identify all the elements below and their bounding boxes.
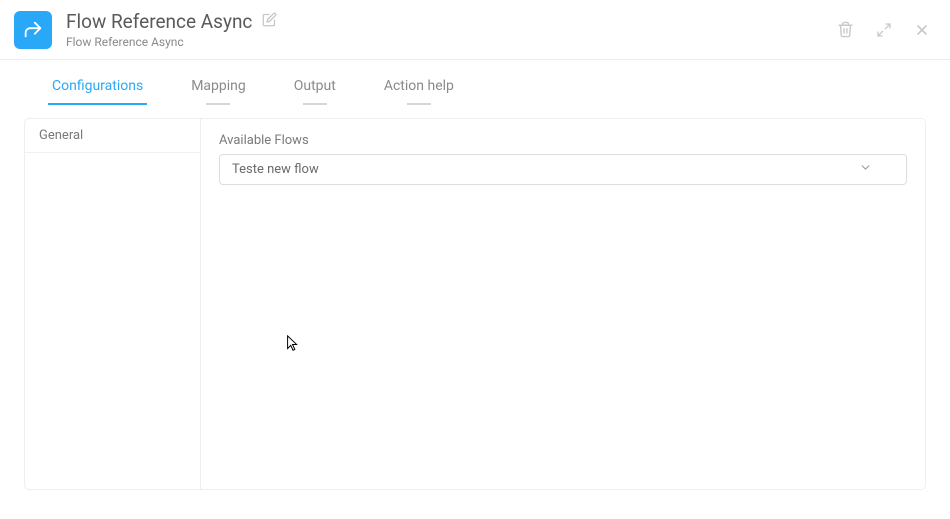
- tab-action-help[interactable]: Action help: [380, 70, 458, 104]
- title-block: Flow Reference Async Flow Reference Asyn…: [66, 10, 837, 49]
- tab-mapping[interactable]: Mapping: [187, 70, 250, 104]
- available-flows-value: Teste new flow: [232, 162, 319, 177]
- tab-output[interactable]: Output: [290, 70, 340, 104]
- page-subtitle: Flow Reference Async: [66, 35, 837, 49]
- available-flows-label: Available Flows: [219, 133, 907, 148]
- header-actions: [837, 21, 930, 38]
- share-arrow-icon: [22, 19, 44, 41]
- tab-configurations[interactable]: Configurations: [48, 70, 147, 104]
- config-panel: General Available Flows Teste new flow: [24, 118, 926, 490]
- expand-icon[interactable]: [876, 22, 892, 38]
- app-icon: [14, 11, 52, 49]
- config-sidebar: General: [25, 119, 201, 489]
- page-title: Flow Reference Async: [66, 10, 252, 33]
- edit-icon[interactable]: [262, 12, 277, 31]
- chevron-down-icon: [859, 161, 872, 178]
- cursor-icon: [285, 335, 301, 357]
- close-icon[interactable]: [914, 22, 930, 38]
- config-content: Available Flows Teste new flow: [201, 119, 925, 489]
- tabs: Configurations Mapping Output Action hel…: [0, 70, 950, 104]
- available-flows-select[interactable]: Teste new flow: [219, 154, 907, 185]
- sidebar-item-general[interactable]: General: [25, 119, 200, 153]
- trash-icon[interactable]: [837, 21, 854, 38]
- header: Flow Reference Async Flow Reference Asyn…: [0, 0, 950, 60]
